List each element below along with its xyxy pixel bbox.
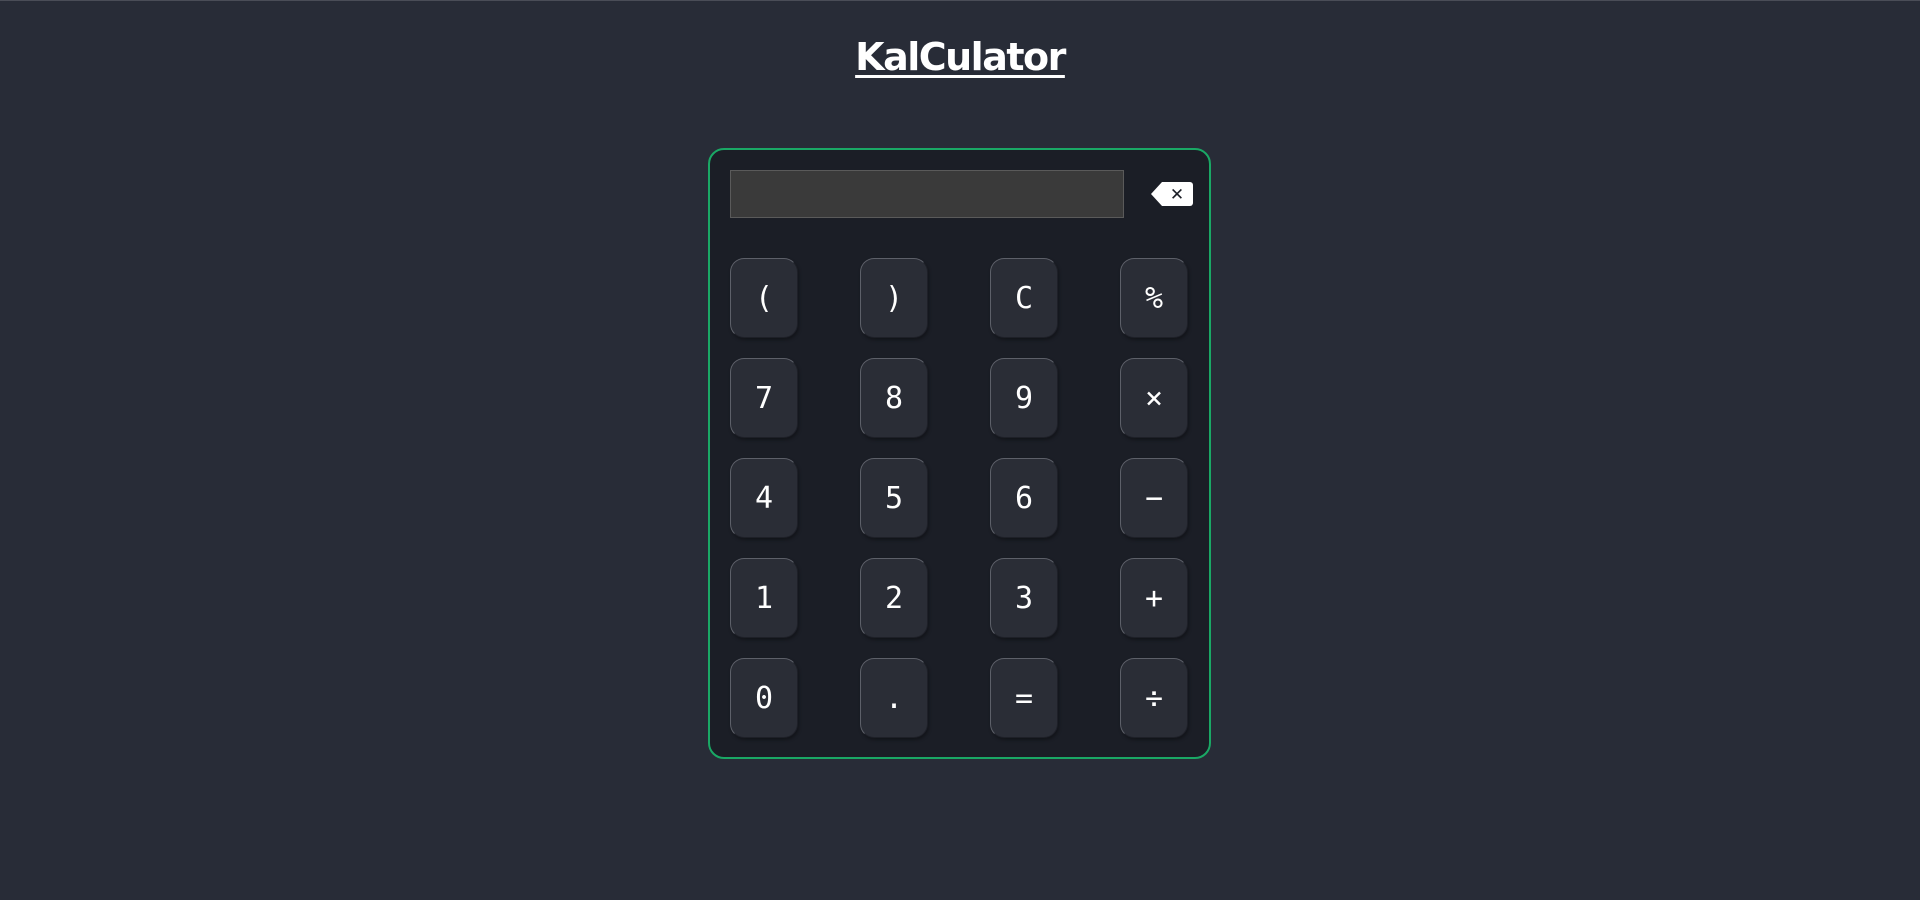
key-3[interactable]: 3 bbox=[990, 558, 1058, 638]
key-open-paren[interactable]: ( bbox=[730, 258, 798, 338]
key-7[interactable]: 7 bbox=[730, 358, 798, 438]
backspace-button[interactable]: ✕ bbox=[1150, 180, 1194, 208]
key-decimal[interactable]: . bbox=[860, 658, 928, 738]
key-equals[interactable]: = bbox=[990, 658, 1058, 738]
keypad: () C% 7 8 9 × 4 5 6− 1 2 3 +0. = ÷ bbox=[730, 258, 1188, 738]
key-add[interactable]: + bbox=[1120, 558, 1188, 638]
calculator: ✕ () C% 7 8 9 × 4 5 6− 1 2 3 +0. = ÷ bbox=[708, 148, 1211, 759]
key-1[interactable]: 1 bbox=[730, 558, 798, 638]
key-clear[interactable]: C bbox=[990, 258, 1058, 338]
key-subtract[interactable]: − bbox=[1120, 458, 1188, 538]
key-5[interactable]: 5 bbox=[860, 458, 928, 538]
key-multiply[interactable]: × bbox=[1120, 358, 1188, 438]
key-4[interactable]: 4 bbox=[730, 458, 798, 538]
key-close-paren[interactable]: ) bbox=[860, 258, 928, 338]
key-percent[interactable]: % bbox=[1120, 258, 1188, 338]
app-title: KalCulator bbox=[855, 35, 1066, 79]
calculator-display[interactable] bbox=[730, 170, 1124, 218]
key-9[interactable]: 9 bbox=[990, 358, 1058, 438]
key-6[interactable]: 6 bbox=[990, 458, 1058, 538]
key-8[interactable]: 8 bbox=[860, 358, 928, 438]
key-divide[interactable]: ÷ bbox=[1120, 658, 1188, 738]
backspace-icon: ✕ bbox=[1151, 182, 1193, 206]
key-0[interactable]: 0 bbox=[730, 658, 798, 738]
key-2[interactable]: 2 bbox=[860, 558, 928, 638]
svg-text:✕: ✕ bbox=[1170, 185, 1184, 205]
